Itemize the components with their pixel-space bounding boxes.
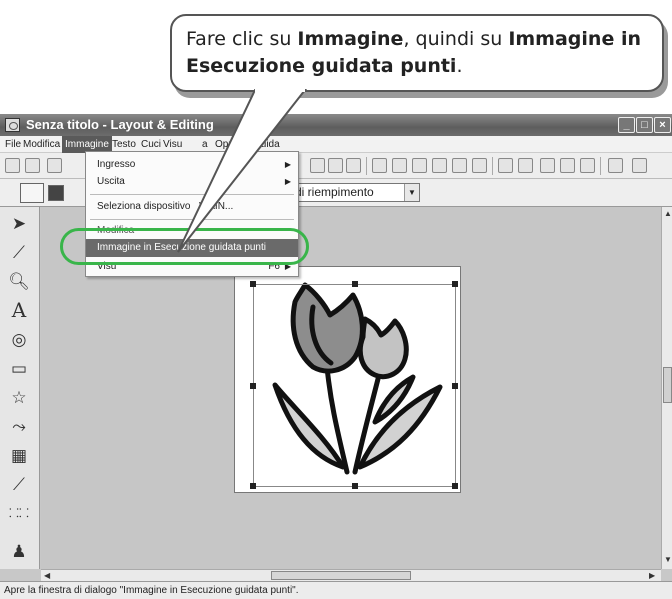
outline-icon[interactable]: ◎ [6,327,32,352]
property-icon[interactable] [608,158,623,173]
abc-text-icon[interactable] [392,158,407,173]
menu-item-uscita[interactable]: Uscita ▶ [86,173,298,191]
design-page-icon[interactable] [632,158,647,173]
preview-icon[interactable] [560,158,575,173]
realistic-preview-icon[interactable] [580,158,595,173]
horizontal-scroll-thumb[interactable] [271,571,411,580]
callout-bold-esecuzione: Esecuzione guidata punti [186,55,457,77]
chevron-down-icon[interactable]: ▼ [404,184,419,201]
centering-icon[interactable] [372,158,387,173]
menu-item-label: Ingresso [97,159,136,170]
menu-modifica[interactable]: Modifica [20,136,63,153]
flip-icon[interactable] [328,158,343,173]
tool-box: ➤ ⟋ 🔍︎ A ◎ ▭ ☆ ⤳ ▦ ⟋ ⸬⸬ ♟ [0,207,40,569]
stitch-simulator-icon[interactable] [540,158,555,173]
status-bar: Apre la finestra di dialogo "Immagine in… [0,581,672,599]
figure-icon[interactable]: ♟ [6,539,32,564]
callout-text-3: . [456,55,463,77]
new-file-icon[interactable] [5,158,20,173]
sew-setting-icon[interactable] [518,158,533,173]
instruction-callout: Fare clic su Immagine, quindi su Immagin… [170,14,664,92]
scroll-right-icon[interactable]: ▶ [649,571,655,580]
resize-handle[interactable] [452,281,458,287]
design-page[interactable] [234,266,461,493]
vertical-scrollbar[interactable]: ▲ ▼ [661,207,672,569]
menu-item-label: Seleziona dispositivo [97,201,191,212]
app-icon [5,118,20,132]
menu-item-ingresso[interactable]: Ingresso ▶ [86,156,298,174]
fill-sew-type-select[interactable]: di riempimento ▼ [290,183,420,202]
ruler-icon[interactable]: ⟋ [6,472,32,497]
status-text: Apre la finestra di dialogo "Immagine in… [4,585,299,596]
sew-order-icon[interactable] [498,158,513,173]
title-bar: Senza titolo - Layout & Editing _ □ × [0,114,672,136]
sew-simulator-icon[interactable]: ⤳ [6,414,32,439]
minimize-button[interactable]: _ [618,117,635,133]
menu-separator [90,194,294,195]
shape-icon[interactable]: ▭ [6,356,32,381]
scroll-up-icon[interactable]: ▲ [664,209,672,218]
submenu-arrow-icon: ▶ [284,160,291,169]
menu-item-label: Uscita [97,176,125,187]
rotate-text-icon[interactable] [452,158,467,173]
text-icon[interactable]: A [6,298,32,323]
callout-text-1: Fare clic su [186,28,298,50]
resize-handle[interactable] [452,383,458,389]
text-arrange-icon[interactable] [412,158,427,173]
stitch-icon[interactable]: ⸬⸬ [6,501,32,526]
maximize-button[interactable]: □ [636,117,653,133]
horizontal-scrollbar[interactable]: ◀ ▶ [41,569,661,581]
line-sew-icon[interactable] [20,183,44,203]
vertical-scroll-thumb[interactable] [663,367,672,403]
callout-bold-immagine: Immagine [297,28,404,50]
zoom-icon[interactable]: 🔍︎ [6,269,32,294]
resize-handle[interactable] [352,483,358,489]
selection-box [250,281,458,489]
transform-icon[interactable] [472,158,487,173]
save-icon[interactable] [47,158,62,173]
resize-handle[interactable] [250,483,256,489]
point-edit-icon[interactable]: ⟋ [6,240,32,265]
rotate-icon[interactable] [346,158,361,173]
resize-handle[interactable] [250,383,256,389]
callout-text-2: , quindi su [403,28,509,50]
highlight-ring [60,228,309,265]
window-title: Senza titolo - Layout & Editing [26,117,214,132]
stamp-icon[interactable]: ☆ [6,385,32,410]
arrow-select-icon[interactable]: ➤ [6,211,32,236]
mirror-icon[interactable] [310,158,325,173]
resize-handle[interactable] [250,281,256,287]
resize-handle[interactable] [352,281,358,287]
scroll-down-icon[interactable]: ▼ [664,555,672,564]
submenu-arrow-icon: ▶ [284,177,291,186]
close-button[interactable]: × [654,117,671,133]
menu-item-label-tail: WAIN... [199,201,234,212]
resize-handle[interactable] [452,483,458,489]
text-style-icon[interactable] [432,158,447,173]
open-file-icon[interactable] [25,158,40,173]
color-icon[interactable] [48,185,64,201]
callout-bold-immagine-in: Immagine in [508,28,641,50]
menu-item-twain[interactable]: Seleziona dispositivo WAIN... [86,198,298,216]
menu-separator [90,219,294,220]
fill-sew-type-value: di riempimento [295,185,374,199]
pattern-icon[interactable]: ▦ [6,443,32,468]
scroll-left-icon[interactable]: ◀ [44,571,50,580]
